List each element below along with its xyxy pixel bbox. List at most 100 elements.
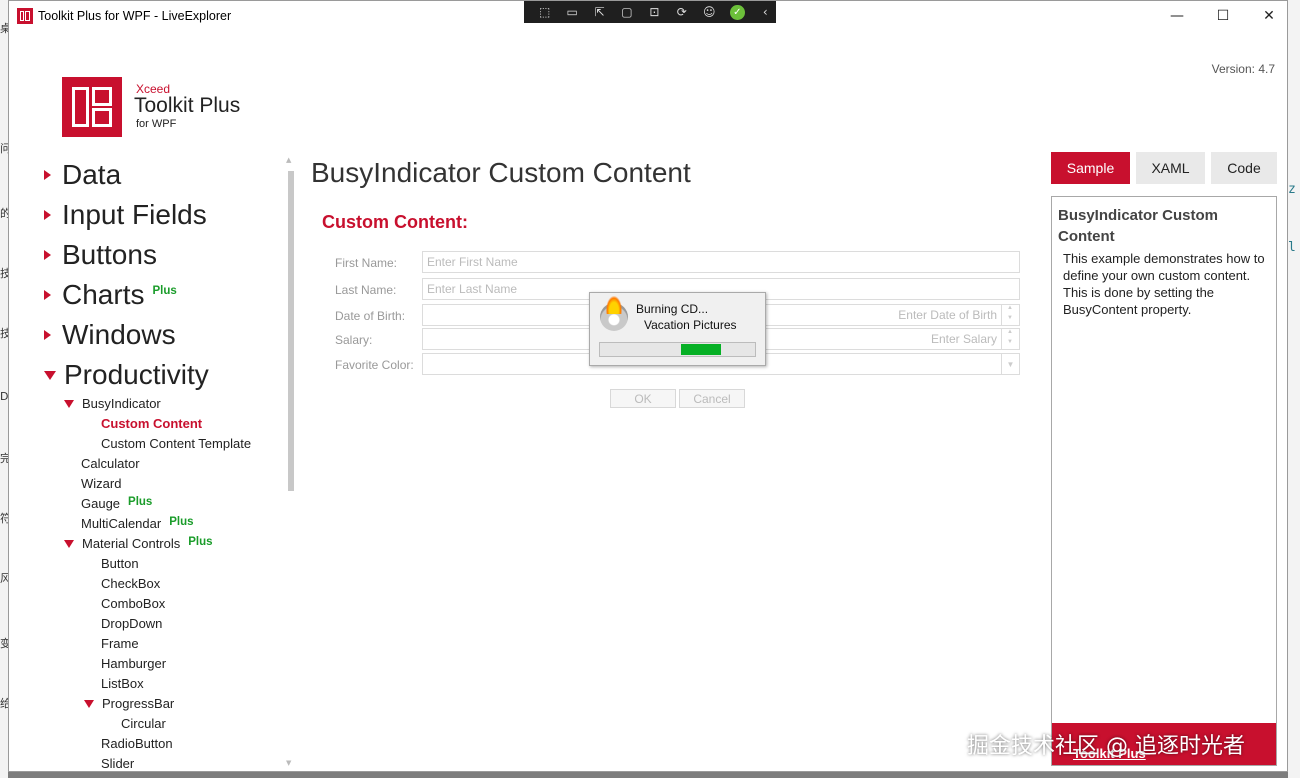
xceed-logo <box>62 77 122 137</box>
collapse-icon <box>64 539 74 548</box>
logo-product: Toolkit Plus <box>134 94 241 117</box>
plus-badge: Plus <box>152 285 177 297</box>
window-title: Toolkit Plus for WPF - LiveExplorer <box>38 9 232 23</box>
page-title: BusyIndicator Custom Content <box>311 157 691 188</box>
expand-icon <box>44 210 51 220</box>
spinner-icon[interactable] <box>1001 305 1019 325</box>
plus-badge: Plus <box>188 535 213 548</box>
nav-item-listbox[interactable]: ListBox <box>101 676 144 691</box>
track-focus-icon[interactable]: ⊡ <box>644 3 665 21</box>
nav-label: Charts <box>62 279 145 310</box>
description-body: This example demonstrates how to define … <box>1063 251 1265 317</box>
nav-label: Gauge <box>81 496 121 511</box>
collapse-icon <box>64 399 74 408</box>
xaml-debug-toolbar: ⬚ ▭ ⇱ ▢ ⊡ ⟳ ☺ ✓ ‹ <box>524 1 776 23</box>
nav-label: Material Controls <box>82 536 181 551</box>
expand-icon <box>44 290 51 300</box>
busy-progress-bar <box>599 342 756 357</box>
nav-item-progressbar[interactable]: ProgressBar <box>84 696 174 711</box>
nav-item-hamburger[interactable]: Hamburger <box>101 656 166 671</box>
nav-label: Data <box>62 159 122 190</box>
background-desktop-left: 桌问的技技D完符风变给 <box>0 0 11 778</box>
nav-item-data[interactable]: Data <box>44 159 121 191</box>
box-icon[interactable]: ▢ <box>616 3 637 21</box>
maximize-button[interactable]: ☐ <box>1200 1 1246 31</box>
cancel-button[interactable]: Cancel <box>679 389 745 408</box>
date-of-birth-label: Date of Birth: <box>335 309 406 323</box>
spinner-icon[interactable] <box>1001 329 1019 349</box>
expand-icon <box>44 170 51 180</box>
nav-item-circular[interactable]: Circular <box>121 716 166 731</box>
nav-item-charts[interactable]: Charts Plus <box>44 279 177 311</box>
nav-item-wizard[interactable]: Wizard <box>81 476 121 491</box>
nav-label: MultiCalendar <box>81 516 162 531</box>
chevron-down-icon[interactable]: ▼ <box>1001 354 1019 374</box>
logo-subtitle: for WPF <box>136 118 177 130</box>
nav-item-frame[interactable]: Frame <box>101 636 139 651</box>
scroll-down-icon[interactable]: ▼ <box>286 759 291 767</box>
scroll-up-icon[interactable]: ▲ <box>286 156 291 164</box>
nav-item-slider[interactable]: Slider <box>101 756 134 771</box>
nav-item-buttons[interactable]: Buttons <box>44 239 157 271</box>
last-name-label: Last Name: <box>335 283 397 297</box>
busy-indicator-popup: Burning CD... Vacation Pictures <box>589 292 766 366</box>
nav-label: Windows <box>62 319 176 350</box>
nav-item-material-controls[interactable]: Material Controls Plus <box>64 536 213 551</box>
tab-sample[interactable]: Sample <box>1051 152 1130 184</box>
first-name-label: First Name: <box>335 256 398 270</box>
salary-label: Salary: <box>335 333 373 347</box>
app-window: Toolkit Plus for WPF - LiveExplorer — ☐ … <box>8 0 1288 772</box>
background-desktop-right: zl <box>1288 0 1300 778</box>
nav-item-custom-content[interactable]: Custom Content <box>101 416 202 431</box>
nav-item-multicalendar[interactable]: MultiCalendar Plus <box>81 515 194 532</box>
busy-message: Burning CD... <box>636 302 709 316</box>
salary-placeholder: Enter Salary <box>930 332 997 346</box>
tab-xaml[interactable]: XAML <box>1136 152 1205 184</box>
nav-label: ProgressBar <box>102 696 175 711</box>
nav-item-busyindicator[interactable]: BusyIndicator <box>64 396 161 411</box>
collapse-icon <box>44 370 56 380</box>
watermark: 掘金技术社区 @ 追逐时光者 <box>967 734 1245 759</box>
nav-item-productivity[interactable]: Productivity <box>44 359 209 391</box>
version-label: Version: 4.7 <box>1211 62 1275 76</box>
close-button[interactable]: ✕ <box>1246 1 1287 31</box>
first-name-field[interactable]: Enter First Name <box>422 251 1020 273</box>
ok-button[interactable]: OK <box>610 389 676 408</box>
nav-label: BusyIndicator <box>82 396 161 411</box>
plus-badge: Plus <box>169 515 194 528</box>
nav-item-dropdown[interactable]: DropDown <box>101 616 162 631</box>
hot-reload-icon[interactable]: ⟳ <box>671 3 692 21</box>
date-of-birth-placeholder: Enter Date of Birth <box>898 308 997 322</box>
select-element-icon[interactable]: ⬚ <box>534 3 555 21</box>
app-logo-icon <box>17 8 33 24</box>
video-icon[interactable]: ▭ <box>561 3 582 21</box>
expand-icon <box>44 330 51 340</box>
nav-label: Productivity <box>64 359 209 390</box>
nav-item-gauge[interactable]: Gauge Plus <box>81 495 153 512</box>
nav-item-calculator[interactable]: Calculator <box>81 456 140 471</box>
plus-badge: Plus <box>128 495 153 508</box>
nav-scrollbar-thumb[interactable] <box>288 171 294 491</box>
check-icon[interactable]: ✓ <box>729 4 745 20</box>
nav-item-button[interactable]: Button <box>101 556 139 571</box>
nav-item-checkbox[interactable]: CheckBox <box>101 576 160 591</box>
section-title: Custom Content: <box>322 212 468 232</box>
accessibility-icon[interactable]: ☺ <box>699 3 720 21</box>
description-title: BusyIndicator Custom Content <box>1058 207 1219 245</box>
description-panel: BusyIndicator Custom Content This exampl… <box>1051 196 1277 766</box>
pointer-icon[interactable]: ⇱ <box>589 3 610 21</box>
nav-label: Input Fields <box>62 199 207 230</box>
collapse-icon <box>84 699 94 708</box>
favorite-color-label: Favorite Color: <box>335 358 414 372</box>
nav-item-custom-content-template[interactable]: Custom Content Template <box>101 436 251 451</box>
nav-item-windows[interactable]: Windows <box>44 319 176 351</box>
busy-detail: Vacation Pictures <box>644 318 737 332</box>
minimize-button[interactable]: — <box>1154 1 1200 31</box>
burning-cd-icon <box>600 296 628 331</box>
nav-label: Buttons <box>62 239 157 270</box>
nav-item-radiobutton[interactable]: RadioButton <box>101 736 173 751</box>
nav-item-input-fields[interactable]: Input Fields <box>44 199 207 231</box>
tab-code[interactable]: Code <box>1211 152 1277 184</box>
nav-item-combobox[interactable]: ComboBox <box>101 596 165 611</box>
collapse-icon[interactable]: ‹ <box>755 3 776 21</box>
